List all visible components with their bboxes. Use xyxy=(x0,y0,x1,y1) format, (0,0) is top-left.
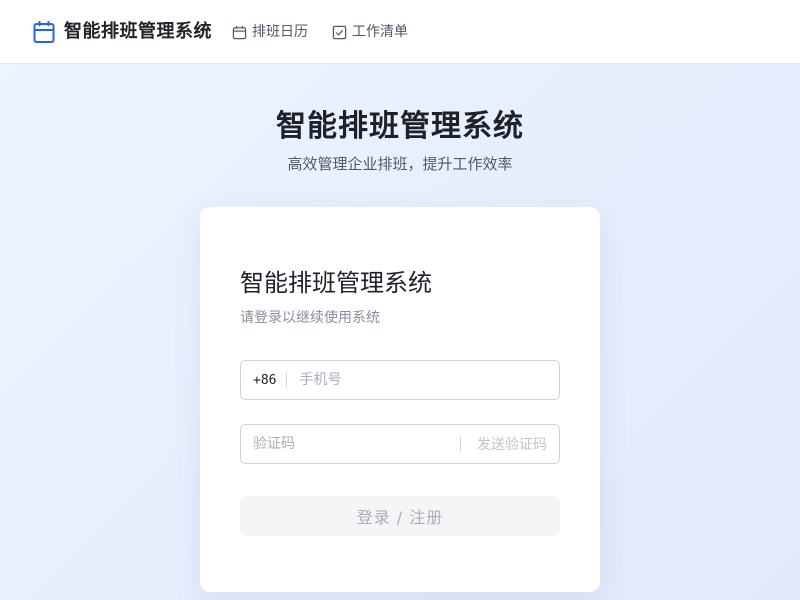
nav-item-label: 排班日历 xyxy=(252,24,308,40)
login-card: 智能排班管理系统 请登录以继续使用系统 +86 发送验证码 登录 / 注册 xyxy=(200,207,600,592)
divider xyxy=(286,373,288,387)
phone-field: +86 xyxy=(240,360,560,400)
login-title: 智能排班管理系统 xyxy=(240,269,432,297)
verification-code-input[interactable] xyxy=(241,425,460,463)
checkbox-icon xyxy=(332,25,347,39)
login-subtitle: 请登录以继续使用系统 xyxy=(240,310,380,326)
calendar-icon xyxy=(232,25,247,39)
page-title: 智能排班管理系统 xyxy=(276,109,524,144)
login-register-button[interactable]: 登录 / 注册 xyxy=(240,496,560,536)
main-nav: 排班日历 工作清单 xyxy=(232,22,432,42)
brand[interactable]: 智能排班管理系统 xyxy=(33,20,212,44)
country-code-prefix[interactable]: +86 xyxy=(253,373,276,388)
nav-item-label: 工作清单 xyxy=(352,24,408,40)
calendar-icon xyxy=(33,20,55,44)
nav-item-work-list[interactable]: 工作清单 xyxy=(332,22,408,42)
verification-code-field: 发送验证码 xyxy=(240,424,560,464)
send-code-button[interactable]: 发送验证码 xyxy=(477,434,547,454)
divider xyxy=(460,437,461,451)
page-subtitle: 高效管理企业排班，提升工作效率 xyxy=(287,155,513,173)
phone-input[interactable] xyxy=(299,361,559,399)
nav-item-schedule-calendar[interactable]: 排班日历 xyxy=(232,22,308,42)
top-navbar: 智能排班管理系统 排班日历 工作清单 xyxy=(0,0,800,64)
brand-title: 智能排班管理系统 xyxy=(64,21,212,42)
